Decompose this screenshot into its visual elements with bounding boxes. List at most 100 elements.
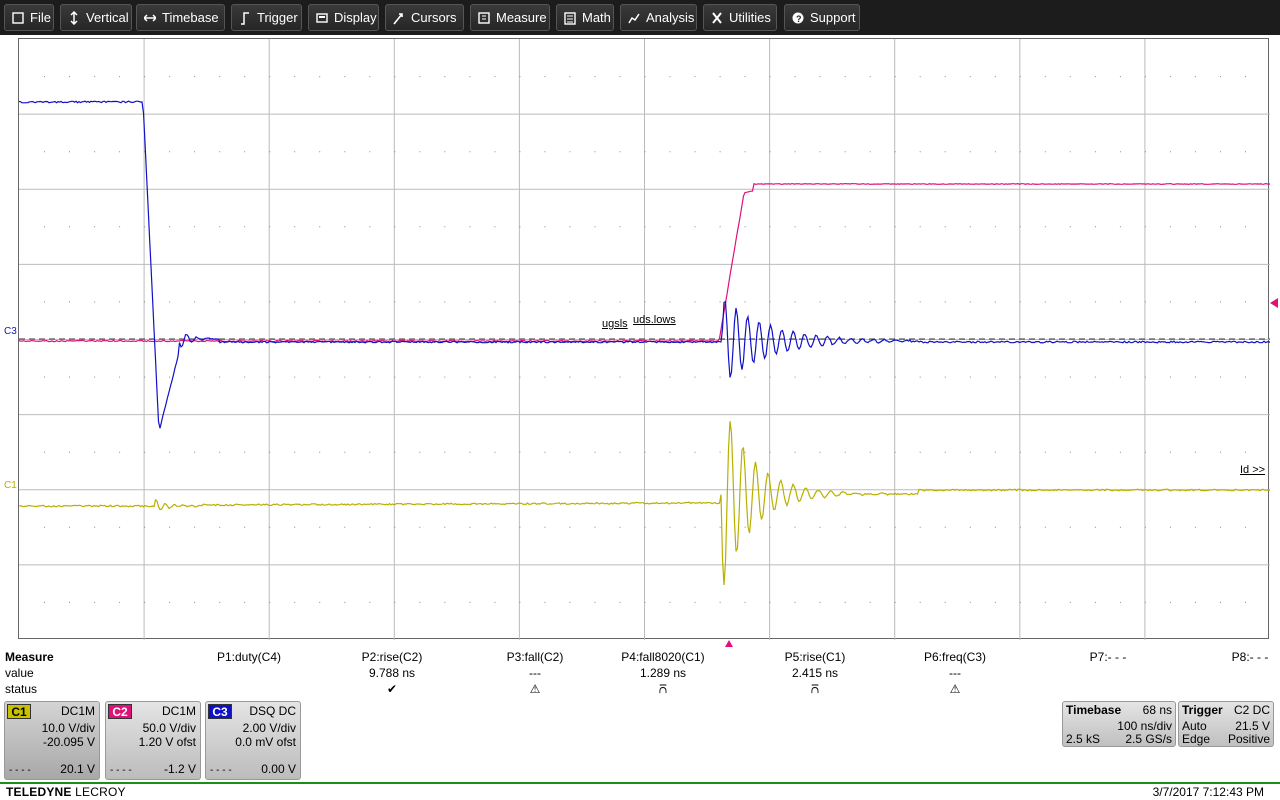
cursor-icon	[393, 11, 405, 25]
channel-c3-bottom: 0.00 V	[261, 762, 296, 776]
footer-divider	[0, 782, 1280, 784]
waveform-grid[interactable]	[18, 38, 1270, 640]
menu-analysis-button[interactable]: Analysis	[620, 4, 697, 31]
menu-bar: File Vertical Timebase Trigger Display Cursor…	[0, 0, 1280, 35]
menu-math-button[interactable]: Math	[556, 4, 614, 31]
measure-p4-value: 1.289 ns	[639, 666, 687, 680]
vertical-arrows-icon	[68, 10, 80, 25]
menu-trigger-button[interactable]: Trigger	[231, 4, 302, 31]
menu-measure-button[interactable]: Measure	[470, 4, 550, 31]
horizontal-arrows-icon	[144, 11, 156, 25]
measure-p3-status: ⚠	[529, 682, 541, 696]
channel-c1-coupling: DC1M	[60, 704, 95, 718]
measure-p7-name[interactable]: P7:- - -	[1048, 650, 1168, 664]
menu-label: Timebase	[162, 10, 219, 25]
channel-c2-bottom: -1.2 V	[163, 762, 196, 776]
calculator-icon	[564, 11, 576, 25]
menu-label: Trigger	[257, 10, 298, 25]
measure-p5-status: ⩃	[810, 682, 820, 696]
measure-p6-status: ⚠	[949, 682, 961, 696]
channel-c1-vdiv: 10.0 V/div	[41, 721, 95, 735]
trigger-slope: Positive	[1227, 732, 1270, 746]
measure-p2-value: 9.788 ns	[368, 666, 416, 680]
trigger-type: Edge	[1182, 732, 1211, 746]
channel-c3-tag: C3	[208, 704, 232, 719]
brand-logo: TELEDYNE LECROY	[6, 785, 126, 799]
measure-value-row-label: value	[5, 666, 34, 680]
timebase-delay: 68 ns	[1142, 703, 1172, 717]
trigger-mode: Auto	[1182, 719, 1207, 733]
menu-cursors-button[interactable]: Cursors	[385, 4, 464, 31]
c3-channel-marker[interactable]: C3	[4, 326, 17, 337]
menu-display-button[interactable]: Display	[308, 4, 379, 31]
menu-utilities-button[interactable]: Utilities	[703, 4, 777, 31]
channel-c2-coupling: DC1M	[161, 704, 196, 718]
measure-status-row-label: status	[5, 682, 38, 696]
channel-c1-box[interactable]: C1 DC1M 10.0 V/div -20.095 V 20.1 V - - - -	[4, 701, 100, 780]
trigger-title: Trigger	[1182, 703, 1223, 717]
channel-c2-vdiv: 50.0 V/div	[142, 721, 196, 735]
measure-table: Measure value status P1:duty(C4) P2:rise(…	[0, 648, 1280, 698]
wrench-icon	[711, 11, 723, 25]
channel-c2-tag: C2	[108, 704, 132, 719]
measure-p4-status: ⩃	[658, 682, 668, 696]
trigger-source: C2 DC	[1233, 703, 1270, 717]
menu-label: Display	[334, 10, 377, 25]
menu-label: Utilities	[729, 10, 771, 25]
trigger-box[interactable]: Trigger C2 DC Auto 21.5 V Edge Positive	[1178, 701, 1274, 747]
measure-p3-value: ---	[529, 666, 541, 680]
measure-p2-name[interactable]: P2:rise(C2)	[332, 650, 452, 664]
channel-c1-dash: - - - -	[9, 765, 31, 776]
menu-file-button[interactable]: File	[4, 4, 54, 31]
menu-label: Measure	[496, 10, 547, 25]
menu-label: Support	[810, 10, 856, 25]
channel-c1-tag: C1	[7, 704, 31, 719]
date-time: 3/7/2017 7:12:43 PM	[1152, 785, 1264, 799]
menu-support-button[interactable]: ? Support	[784, 4, 860, 31]
channel-c1-offset: -20.095 V	[42, 735, 95, 749]
channel-c3-dash: - - - -	[210, 765, 232, 776]
file-icon	[12, 11, 24, 25]
trigger-icon	[239, 11, 251, 25]
display-icon	[316, 11, 328, 25]
measure-icon	[478, 11, 490, 25]
trigger-level: 21.5 V	[1235, 719, 1270, 733]
menu-label: Analysis	[646, 10, 695, 25]
menu-vertical-button[interactable]: Vertical	[60, 4, 132, 31]
measure-p5-name[interactable]: P5:rise(C1)	[755, 650, 875, 664]
channel-c2-dash: - - - -	[110, 765, 132, 776]
svg-text:?: ?	[796, 14, 802, 24]
chart-icon	[628, 11, 640, 25]
menu-timebase-button[interactable]: Timebase	[136, 4, 225, 31]
measure-p6-name[interactable]: P6:freq(C3)	[895, 650, 1015, 664]
channel-c3-offset: 0.0 mV ofst	[235, 735, 296, 749]
channel-c2-box[interactable]: C2 DC1M 50.0 V/div 1.20 V ofst -1.2 V - - - -	[105, 701, 201, 780]
timebase-samples: 2.5 kS	[1066, 732, 1101, 746]
brand-bold: TELEDYNE	[6, 785, 72, 799]
udslows-label: uds.lows	[633, 314, 676, 326]
measure-p1-name[interactable]: P1:duty(C4)	[189, 650, 309, 664]
brand-rest: LECROY	[71, 785, 126, 799]
measure-p3-name[interactable]: P3:fall(C2)	[475, 650, 595, 664]
timebase-tdiv: 100 ns/div	[1117, 719, 1172, 733]
channel-c2-offset: 1.20 V ofst	[138, 735, 196, 749]
measure-p8-name[interactable]: P8:- - -	[1190, 650, 1280, 664]
ugsls-label: ugsls	[602, 318, 628, 330]
trigger-level-marker[interactable]	[1270, 298, 1278, 308]
timebase-rate: 2.5 GS/s	[1125, 732, 1172, 746]
trigger-position-marker[interactable]	[725, 640, 733, 647]
menu-label: Vertical	[86, 10, 129, 25]
channel-c3-coupling: DSQ DC	[249, 704, 296, 718]
channel-c1-bottom: 20.1 V	[60, 762, 95, 776]
menu-label: File	[30, 10, 51, 25]
timebase-box[interactable]: Timebase 68 ns 100 ns/div 2.5 kS 2.5 GS/…	[1062, 701, 1176, 747]
channel-c3-box[interactable]: C3 DSQ DC 2.00 V/div 0.0 mV ofst 0.00 V - - -…	[205, 701, 301, 780]
channel-c3-vdiv: 2.00 V/div	[242, 721, 296, 735]
measure-p5-value: 2.415 ns	[791, 666, 839, 680]
id-label[interactable]: Id >>	[1240, 464, 1265, 476]
c1-channel-marker[interactable]: C1	[4, 480, 17, 491]
measure-p6-value: ---	[949, 666, 961, 680]
menu-label: Cursors	[411, 10, 457, 25]
waveform-display	[19, 39, 1270, 640]
measure-p4-name[interactable]: P4:fall8020(C1)	[603, 650, 723, 664]
